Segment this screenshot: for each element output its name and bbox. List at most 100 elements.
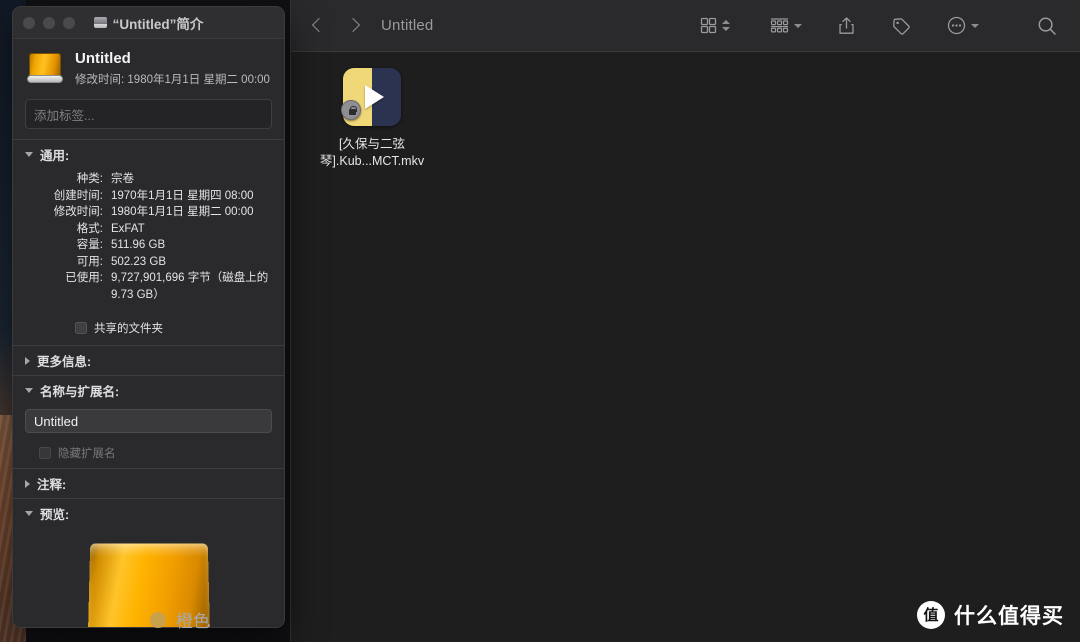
row-key: 创建时间: <box>53 189 103 202</box>
back-icon[interactable] <box>311 15 325 37</box>
finder-toolbar: Untitled <box>291 0 1080 52</box>
close-button[interactable] <box>23 16 35 29</box>
desktop-item-label: 橙色 <box>176 612 210 631</box>
section-name-ext-header[interactable]: 名称与扩展名: <box>13 376 284 405</box>
file-label-line-2: 琴].Kub...MCT.mkv <box>319 154 425 168</box>
shared-folder-row[interactable]: 共享的文件夹 <box>13 311 284 345</box>
search-icon <box>1038 17 1056 35</box>
info-titlebar[interactable]: “Untitled”简介 <box>13 7 284 39</box>
section-general-header[interactable]: 通用: <box>13 140 284 169</box>
info-window-title: “Untitled”简介 <box>112 16 204 32</box>
info-header: Untitled 修改时间: 1980年1月1日 星期二 00:00 <box>13 39 284 97</box>
info-row: 容量: 511.96 GB <box>25 237 272 254</box>
watermark-badge-icon: 值 <box>917 601 945 629</box>
section-comments-label: 注释: <box>37 478 67 492</box>
play-triangle-icon <box>365 85 384 109</box>
general-rows: 种类: 宗卷 创建时间: 1970年1月1日 星期四 08:00 修改时间: 1… <box>13 169 284 311</box>
preview-area <box>13 528 284 627</box>
row-key: 种类: <box>76 173 103 185</box>
desktop-item-orange[interactable]: 橙色 <box>150 607 210 632</box>
ellipsis-circle-icon <box>947 16 966 35</box>
window-traffic-lights <box>23 16 75 29</box>
section-preview-label: 预览: <box>40 508 70 522</box>
screen-root: 橙色 Untitled [久保与二弦 琴].Kub...MCT.mkv 值 什么… <box>0 0 1080 642</box>
disclosure-open-icon <box>25 511 33 516</box>
hide-extension-row[interactable]: 隐藏扩展名 <box>13 441 284 468</box>
volume-modified: 修改时间: 1980年1月1日 星期二 00:00 <box>75 72 272 89</box>
share-button[interactable] <box>829 10 864 42</box>
row-value: 502.23 GB <box>111 255 166 268</box>
info-row: 创建时间: 1970年1月1日 星期四 08:00 <box>25 188 272 205</box>
share-icon <box>839 16 854 34</box>
disk-icon <box>93 17 107 28</box>
finder-content: [久保与二弦 琴].Kub...MCT.mkv 值 什么值得买 <box>291 52 1080 642</box>
info-row: 格式: ExFAT <box>25 221 272 238</box>
mkv-file-icon <box>341 68 401 126</box>
tags-button[interactable] <box>882 10 920 42</box>
disclosure-open-icon <box>25 388 33 393</box>
volume-name: Untitled <box>75 50 131 67</box>
info-row: 已使用: 9,727,901,696 字节（磁盘上的 9.73 GB） <box>25 270 272 303</box>
chevron-updown-icon <box>722 20 730 31</box>
group-by-button[interactable] <box>761 10 811 42</box>
chevron-down-icon <box>971 23 979 28</box>
name-input[interactable]: Untitled <box>25 409 272 433</box>
info-row: 修改时间: 1980年1月1日 星期二 00:00 <box>25 204 272 221</box>
row-key: 格式: <box>76 222 103 235</box>
info-row: 可用: 502.23 GB <box>25 254 272 271</box>
color-dot-icon <box>150 611 166 628</box>
search-button[interactable] <box>1028 10 1066 42</box>
toolbar-icon-group <box>691 10 1066 42</box>
tag-icon <box>893 17 910 35</box>
zoom-button[interactable] <box>63 16 75 29</box>
section-comments-header[interactable]: 注释: <box>13 469 284 498</box>
modified-value: 1980年1月1日 星期二 00:00 <box>127 74 270 86</box>
section-general-label: 通用: <box>40 149 70 163</box>
hide-extension-checkbox[interactable] <box>39 447 51 459</box>
nav-buttons <box>311 15 359 37</box>
section-more-info-header[interactable]: 更多信息: <box>13 346 284 375</box>
row-key: 已使用: <box>65 272 103 284</box>
icon-view-button[interactable] <box>691 10 739 42</box>
lock-badge-icon <box>341 100 361 120</box>
disclosure-closed-icon <box>25 479 30 488</box>
more-actions-button[interactable] <box>938 10 988 42</box>
row-value: 宗卷 <box>111 173 134 185</box>
row-key: 修改时间: <box>53 206 103 218</box>
section-preview-header[interactable]: 预览: <box>13 499 284 528</box>
info-row: 种类: 宗卷 <box>25 171 272 188</box>
row-value: 9,727,901,696 字节（磁盘上的 9.73 GB） <box>111 272 269 301</box>
modified-label: 修改时间: <box>75 74 125 86</box>
forward-icon[interactable] <box>345 15 359 37</box>
hide-extension-label: 隐藏扩展名 <box>58 448 116 460</box>
section-more-info-label: 更多信息: <box>37 355 92 369</box>
tag-input[interactable]: 添加标签... <box>25 99 272 129</box>
name-input-value: Untitled <box>34 413 79 429</box>
row-key: 可用: <box>76 255 103 268</box>
finder-path-title: Untitled <box>381 17 434 34</box>
row-value: 1980年1月1日 星期二 00:00 <box>111 206 254 218</box>
info-scroll-area[interactable]: Untitled 修改时间: 1980年1月1日 星期二 00:00 添加标签.… <box>13 39 284 627</box>
row-value: 1970年1月1日 星期四 08:00 <box>111 189 254 202</box>
watermark: 值 什么值得买 <box>917 600 1064 630</box>
info-header-texts: Untitled 修改时间: 1980年1月1日 星期二 00:00 <box>75 49 272 89</box>
row-value: ExFAT <box>111 222 145 235</box>
row-value: 511.96 GB <box>111 239 166 251</box>
watermark-text: 什么值得买 <box>954 605 1064 628</box>
minimize-button[interactable] <box>43 16 55 29</box>
file-label-line-1: [久保与二弦 <box>339 137 405 151</box>
group-rows-icon <box>770 18 789 33</box>
tag-input-placeholder: 添加标签... <box>34 108 95 123</box>
file-item[interactable]: [久保与二弦 琴].Kub...MCT.mkv <box>311 68 433 170</box>
shared-folder-label: 共享的文件夹 <box>94 323 163 335</box>
finder-window: Untitled [久保与二弦 琴].Kub...MCT.mkv 值 什么值得买 <box>290 0 1080 642</box>
get-info-window: “Untitled”简介 Untitled 修改时间: 1980年1月1日 星期… <box>12 6 285 628</box>
shared-folder-checkbox[interactable] <box>75 322 87 334</box>
section-name-ext-label: 名称与扩展名: <box>40 385 120 399</box>
drive-icon <box>27 53 63 83</box>
chevron-down-icon <box>794 23 802 28</box>
grid-icon <box>700 17 717 34</box>
disclosure-closed-icon <box>25 356 30 365</box>
file-item-label: [久保与二弦 琴].Kub...MCT.mkv <box>311 136 433 170</box>
disclosure-open-icon <box>25 152 33 157</box>
